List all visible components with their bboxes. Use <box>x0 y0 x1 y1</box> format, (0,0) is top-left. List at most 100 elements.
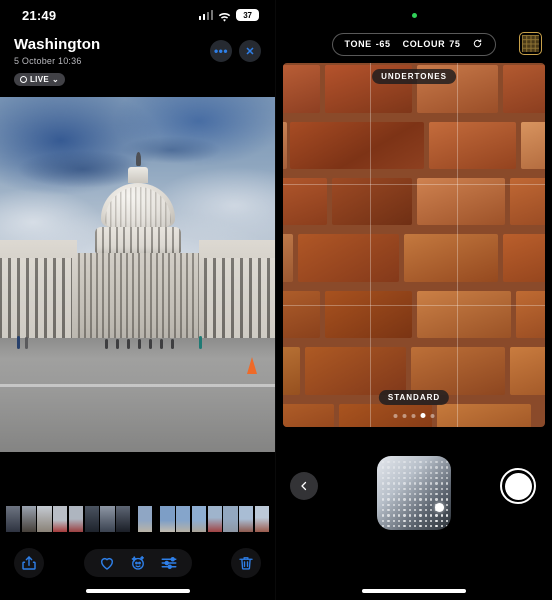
pad-dot <box>408 498 412 501</box>
pad-dot <box>435 461 438 464</box>
colour-value: 75 <box>449 39 461 49</box>
pad-dot <box>424 493 428 496</box>
pad-dot <box>424 482 428 485</box>
list-item[interactable] <box>116 506 131 532</box>
more-options-button[interactable]: ••• <box>210 40 232 62</box>
pad-dot <box>435 477 438 480</box>
plaza-ground <box>0 338 275 452</box>
share-button[interactable] <box>14 548 44 578</box>
pad-dot <box>408 487 412 491</box>
camera-viewfinder[interactable]: UNDERTONES STANDARD <box>283 63 545 427</box>
pad-dot <box>430 482 433 485</box>
pad-dot <box>446 514 449 517</box>
delete-button[interactable] <box>231 548 261 578</box>
pad-dot <box>392 498 396 501</box>
pad-dot <box>403 498 406 501</box>
pad-dot <box>392 482 396 485</box>
page-dot[interactable] <box>411 413 416 418</box>
back-button[interactable] <box>290 472 318 500</box>
pad-dot <box>403 461 406 464</box>
list-item[interactable] <box>254 506 269 532</box>
pad-dot <box>398 498 401 501</box>
live-photo-badge[interactable]: LIVE ⌄ <box>14 73 65 86</box>
shutter-button[interactable] <box>500 468 536 504</box>
cleanup-icon <box>131 555 144 570</box>
pad-dot <box>382 487 385 491</box>
list-item[interactable] <box>68 506 84 532</box>
pad-dot <box>424 519 428 523</box>
pad-dot <box>430 514 433 517</box>
capitol-left-wing <box>0 240 78 339</box>
pad-dot <box>440 477 444 480</box>
list-item[interactable] <box>191 506 207 532</box>
tone-colour-pill[interactable]: TONE -65 COLOUR 75 <box>331 32 497 56</box>
page-dot-active[interactable] <box>420 413 426 418</box>
photo-actions-group <box>83 549 192 577</box>
pad-dot <box>403 519 406 523</box>
cleanup-button[interactable] <box>129 554 147 572</box>
us-capitol-photo[interactable] <box>0 97 275 452</box>
pad-dot <box>430 519 433 523</box>
chevron-down-icon: ⌄ <box>51 75 59 84</box>
pad-dot <box>430 471 433 475</box>
list-item[interactable] <box>6 506 21 532</box>
list-item[interactable] <box>100 506 115 532</box>
list-item[interactable] <box>37 506 52 532</box>
pad-dot <box>440 519 444 523</box>
pad-dot <box>446 509 449 512</box>
page-dot[interactable] <box>430 413 435 418</box>
page-dot[interactable] <box>393 413 398 418</box>
pad-dot <box>382 482 385 485</box>
pad-dot <box>446 525 449 528</box>
style-label-current: STANDARD <box>378 390 450 405</box>
brick-wall-subject <box>283 63 545 427</box>
green-privacy-dot-icon <box>411 12 417 18</box>
favourite-button[interactable] <box>98 554 116 572</box>
photographic-styles-button[interactable] <box>519 32 542 55</box>
page-dot[interactable] <box>402 413 407 418</box>
photo-datetime: 5 October 10:36 <box>14 56 82 66</box>
pad-dot <box>392 514 396 517</box>
home-indicator <box>362 589 466 593</box>
close-button[interactable]: ✕ <box>239 40 261 62</box>
list-item[interactable] <box>207 506 222 532</box>
list-item[interactable] <box>138 506 153 532</box>
pad-dot <box>387 466 390 469</box>
pad-dot <box>398 509 401 512</box>
style-page-dots[interactable] <box>393 413 435 418</box>
share-icon <box>22 556 36 570</box>
pad-dot <box>398 525 401 528</box>
tone-colour-pad[interactable] <box>377 456 451 530</box>
pad-dot <box>408 493 412 496</box>
pad-handle[interactable] <box>434 502 444 512</box>
pad-dot <box>387 477 390 480</box>
pad-dot <box>382 493 385 496</box>
pad-dot <box>387 471 390 475</box>
shutter-inner <box>504 472 532 500</box>
pad-dot <box>430 503 433 507</box>
adjust-button[interactable] <box>160 554 178 572</box>
list-item[interactable] <box>53 506 68 532</box>
home-indicator <box>85 589 190 593</box>
list-item[interactable] <box>21 506 36 532</box>
cellular-bars-icon <box>198 10 213 20</box>
pad-dot <box>419 466 422 469</box>
pad-dot <box>440 514 444 517</box>
pad-dot <box>382 503 385 507</box>
reset-button[interactable] <box>472 38 483 51</box>
pad-dot <box>446 471 449 475</box>
list-item[interactable] <box>239 506 254 532</box>
pad-dot <box>446 493 449 496</box>
crowd <box>0 327 275 350</box>
list-item[interactable] <box>223 506 238 532</box>
photo-filmstrip[interactable] <box>0 506 275 532</box>
pad-dot <box>435 498 438 501</box>
pad-dot <box>403 487 406 491</box>
screenshot-root: 21:49 37 Washington 5 October 10:36 LIVE… <box>0 0 552 600</box>
pad-dot <box>382 514 385 517</box>
pad-dot <box>424 498 428 501</box>
list-item[interactable] <box>160 506 175 532</box>
list-item[interactable] <box>176 506 191 532</box>
pad-dot <box>446 477 449 480</box>
list-item[interactable] <box>84 506 99 532</box>
